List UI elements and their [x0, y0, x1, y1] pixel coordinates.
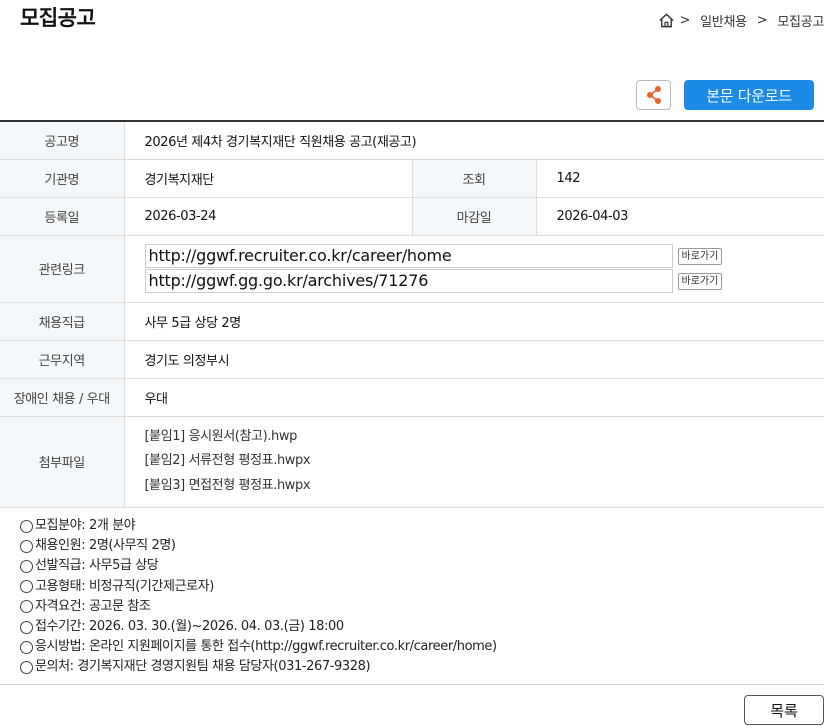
position-label: 채용직급	[0, 302, 124, 341]
circle-icon	[20, 580, 33, 594]
go-link-button[interactable]: 바로가기	[677, 272, 723, 290]
circle-icon	[20, 640, 33, 654]
share-button[interactable]	[636, 80, 671, 110]
reg-date-label: 등록일	[0, 197, 124, 236]
files-label: 첨부파일	[0, 416, 124, 508]
attachment-link[interactable]: [붙임2] 서류전형 평정표.hwpx	[145, 449, 824, 474]
breadcrumb: > 일반채용 > 모집공고	[658, 11, 824, 30]
breadcrumb-item-general[interactable]: 일반채용	[700, 11, 747, 30]
table-row: 채용직급 사무 5급 상당 2명	[0, 302, 824, 341]
reg-date-value: 2026-03-24	[123, 197, 412, 236]
table-row: 공고명 2026년 제4차 경기복지재단 직원채용 공고(재공고)	[0, 121, 824, 160]
org-label: 기관명	[0, 159, 124, 198]
list-item: 채용인원: 2명(사무직 2명)	[20, 536, 497, 556]
list-item: 응시방법: 온라인 지원페이지를 통한 접수(http://ggwf.recru…	[20, 637, 497, 657]
disabled-hiring-value: 우대	[123, 378, 824, 417]
table-row: 장애인 채용 / 우대 우대	[0, 378, 824, 417]
position-value: 사무 5급 상당 2명	[123, 302, 824, 341]
deadline-value: 2026-04-03	[535, 197, 824, 236]
page-title: 모집공고	[20, 6, 96, 30]
table-row: 등록일 2026-03-24 마감일 2026-04-03	[0, 197, 824, 236]
link-url-field[interactable]: http://ggwf.gg.go.kr/archives/71276	[144, 269, 673, 293]
list-item: 선발직급: 사무5급 상당	[20, 556, 497, 576]
location-label: 근무지역	[0, 340, 124, 379]
attachment-link[interactable]: [붙임1] 응시원서(참고).hwp	[145, 425, 824, 450]
circle-icon	[20, 600, 33, 614]
divider	[0, 684, 824, 685]
org-value: 경기복지재단	[123, 159, 412, 198]
info-table: 공고명 2026년 제4차 경기복지재단 직원채용 공고(재공고) 기관명 경기…	[0, 120, 824, 508]
disabled-hiring-label: 장애인 채용 / 우대	[0, 378, 124, 417]
share-icon	[646, 86, 661, 104]
circle-icon	[20, 620, 33, 634]
list-item: 접수기간: 2026. 03. 30.(월)~2026. 04. 03.(금) …	[20, 617, 497, 637]
breadcrumb-separator: >	[679, 13, 691, 28]
circle-icon	[20, 539, 33, 553]
link-row: http://ggwf.gg.go.kr/archives/71276 바로가기	[144, 269, 824, 294]
deadline-label: 마감일	[411, 197, 536, 236]
views-value: 142	[535, 159, 824, 198]
link-url-field[interactable]: http://ggwf.recruiter.co.kr/career/home	[144, 244, 673, 268]
list-item: 자격요건: 공고문 참조	[20, 597, 497, 617]
circle-icon	[20, 519, 33, 533]
attachment-link[interactable]: [붙임3] 면접전형 평정표.hwpx	[145, 474, 824, 499]
circle-icon	[20, 660, 33, 674]
links-cell: http://ggwf.recruiter.co.kr/career/home …	[123, 235, 824, 303]
home-icon[interactable]	[658, 12, 675, 29]
location-value: 경기도 의정부시	[123, 340, 824, 379]
links-label: 관련링크	[0, 235, 124, 303]
title-label: 공고명	[0, 121, 124, 160]
list-item: 고용형태: 비정규직(기간제근로자)	[20, 577, 497, 597]
views-label: 조회	[411, 159, 536, 198]
breadcrumb-separator: >	[756, 13, 768, 28]
table-row: 기관명 경기복지재단 조회 142	[0, 159, 824, 198]
recruit-summary: 모집분야: 2개 분야 채용인원: 2명(사무직 2명) 선발직급: 사무5급 …	[20, 516, 497, 678]
circle-icon	[20, 559, 33, 573]
list-item: 문의처: 경기복지재단 경영지원팀 채용 담당자(031-267-9328)	[20, 657, 497, 677]
download-button[interactable]: 본문 다운로드	[684, 80, 814, 110]
table-row: 첨부파일 [붙임1] 응시원서(참고).hwp [붙임2] 서류전형 평정표.h…	[0, 416, 824, 508]
table-row: 근무지역 경기도 의정부시	[0, 340, 824, 379]
list-item: 모집분야: 2개 분야	[20, 516, 497, 536]
title-value: 2026년 제4차 경기복지재단 직원채용 공고(재공고)	[123, 121, 824, 160]
go-link-button[interactable]: 바로가기	[677, 247, 723, 265]
table-row: 관련링크 http://ggwf.recruiter.co.kr/career/…	[0, 235, 824, 303]
breadcrumb-item-recruit[interactable]: 모집공고	[777, 11, 824, 30]
list-button[interactable]: 목록	[744, 695, 824, 725]
files-cell: [붙임1] 응시원서(참고).hwp [붙임2] 서류전형 평정표.hwpx […	[123, 416, 824, 508]
link-row: http://ggwf.recruiter.co.kr/career/home …	[144, 244, 824, 269]
